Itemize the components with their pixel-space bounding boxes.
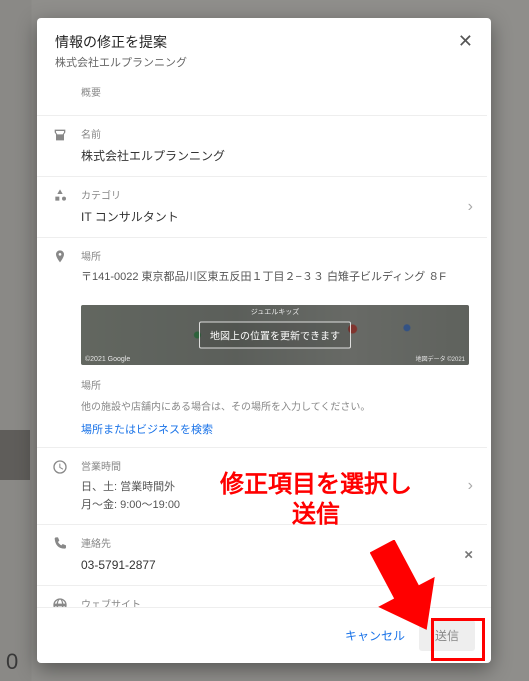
located-in-section: 場所 他の施設や店舗内にある場合は、その場所を入力してください。 場所またはビジ…	[37, 375, 487, 447]
modal-title: 情報の修正を提案	[55, 32, 187, 52]
map-top-label: ジュエルキッズ	[251, 307, 300, 317]
overview-section: 概要	[37, 80, 487, 115]
store-icon	[51, 126, 69, 144]
name-value: 株式会社エルプランニング	[81, 147, 469, 166]
annotation-line2: 送信	[292, 501, 340, 528]
map-update-button[interactable]: 地図上の位置を更新できます	[199, 321, 351, 348]
map-attr-left: ©2021 Google	[85, 356, 130, 363]
name-section[interactable]: 名前 株式会社エルプランニング	[37, 115, 487, 176]
annotation-arrow-icon	[370, 540, 440, 635]
globe-icon	[51, 596, 69, 607]
map-preview[interactable]: ジュエルキッズ 地図上の位置を更新できます ©2021 Google 地図データ…	[81, 305, 469, 365]
overview-label: 概要	[81, 84, 469, 99]
map-attr-right: 地図データ ©2021	[416, 354, 465, 363]
annotation-highlight-box	[431, 618, 485, 661]
category-value: IT コンサルタント	[81, 208, 469, 227]
phone-icon	[51, 535, 69, 553]
located-in-note: 他の施設や店舗内にある場合は、その場所を入力してください。	[81, 398, 469, 413]
location-label: 場所	[81, 248, 469, 263]
location-section[interactable]: 場所 〒141-0022 東京都品川区東五反田１丁目２−３３ 白雉子ビルディング…	[37, 237, 487, 297]
address-value: 〒141-0022 東京都品川区東五反田１丁目２−３３ 白雉子ビルディング ８F	[81, 269, 469, 287]
chevron-right-icon: ›	[468, 477, 473, 495]
pin-icon	[51, 248, 69, 266]
clock-icon	[51, 458, 69, 476]
chevron-right-icon: ›	[468, 198, 473, 216]
name-label: 名前	[81, 126, 469, 141]
search-location-link[interactable]: 場所またはビジネスを検索	[81, 421, 469, 437]
category-label: カテゴリ	[81, 187, 469, 202]
close-icon[interactable]: ✕	[458, 32, 473, 50]
category-icon	[51, 187, 69, 205]
located-in-label: 場所	[81, 377, 469, 392]
clear-phone-icon[interactable]: ×	[464, 547, 473, 564]
annotation-line1: 修正項目を選択し	[220, 471, 412, 498]
modal-header: 情報の修正を提案 株式会社エルプランニング ✕	[37, 18, 491, 80]
category-section[interactable]: カテゴリ IT コンサルタント ›	[37, 176, 487, 237]
modal-subtitle: 株式会社エルプランニング	[55, 54, 187, 70]
annotation-text: 修正項目を選択し 送信	[220, 470, 412, 530]
